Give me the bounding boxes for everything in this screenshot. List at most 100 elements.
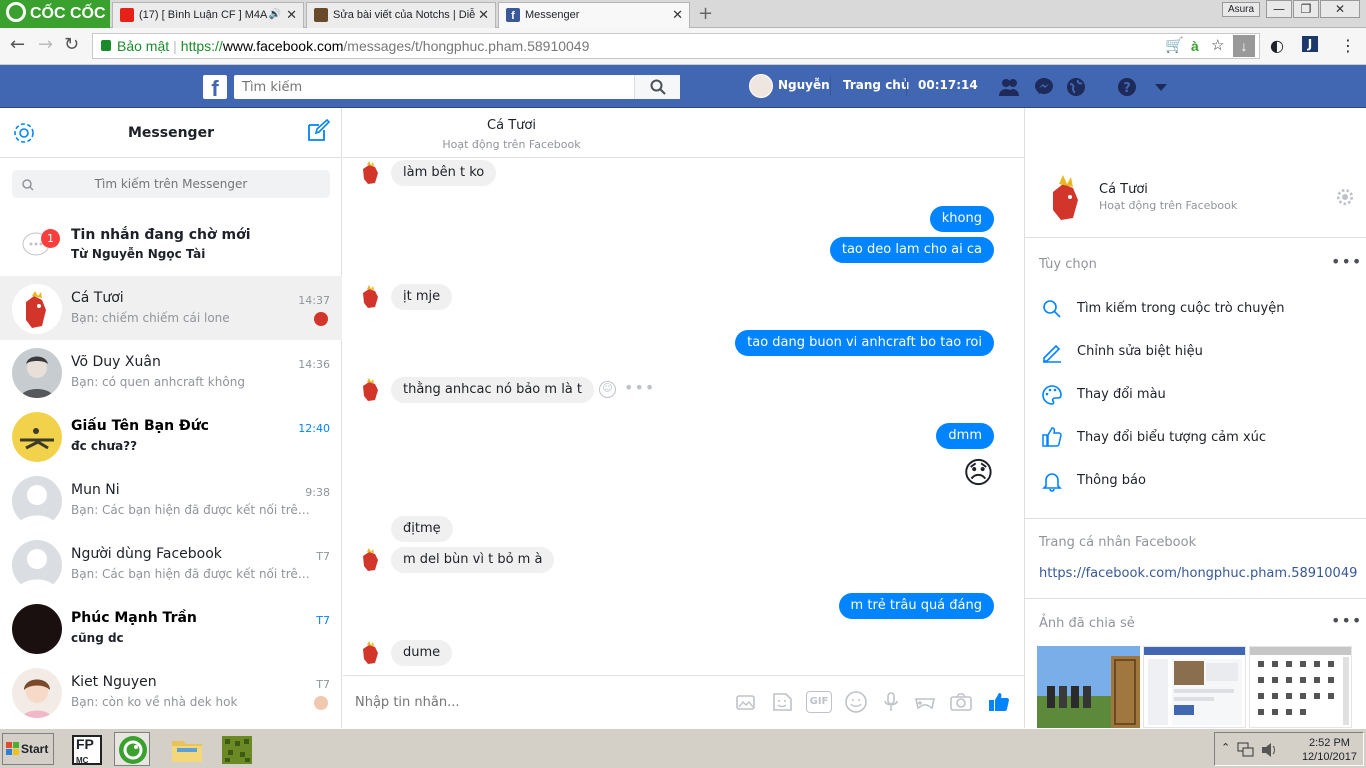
- settings-gear-icon[interactable]: [1336, 188, 1354, 206]
- pencil-icon: [1043, 344, 1061, 363]
- fpmc-app-icon[interactable]: FP MC: [68, 732, 104, 766]
- default-avatar-icon: [12, 540, 62, 590]
- volume-icon[interactable]: [1261, 742, 1277, 758]
- address-toolbar: ← → ↻ Bảo mật | https://www.facebook.com/m…: [0, 28, 1366, 65]
- typing-icon[interactable]: à: [1191, 34, 1199, 58]
- messenger-search-input[interactable]: [12, 170, 330, 198]
- url-separator: |: [173, 38, 177, 54]
- shared-photo-thumbnail[interactable]: [1249, 646, 1352, 728]
- option-change-emoji[interactable]: Thay đổi biểu tượng cảm xúc: [1077, 430, 1266, 445]
- message-bubble-outgoing: dmm: [936, 423, 994, 449]
- avatar: [12, 412, 62, 462]
- url-bar[interactable]: Bảo mật | https://www.facebook.com/message…: [92, 33, 1260, 59]
- coccoc-logo-icon: [6, 2, 26, 22]
- tab-messenger[interactable]: f Messenger ✕: [498, 2, 690, 28]
- profile-section-title: Trang cá nhân Facebook: [1039, 535, 1197, 550]
- option-search-conversation[interactable]: Tìm kiếm trong cuộc trò chuyện: [1077, 301, 1284, 316]
- shared-photo-thumbnail[interactable]: [1037, 646, 1140, 728]
- photo-icon[interactable]: [734, 690, 758, 714]
- conversation-item[interactable]: Cá Tươi Bạn: chiếm chiếm cái lone 14:37: [0, 276, 342, 340]
- profile-link[interactable]: https://facebook.com/hongphuc.pham.58910…: [1039, 566, 1357, 581]
- start-label: Start: [21, 742, 49, 756]
- show-hidden-icons[interactable]: ⌃: [1221, 741, 1230, 754]
- more-options-icon[interactable]: •••: [624, 378, 655, 397]
- profile-name[interactable]: Nguyễn: [778, 78, 830, 92]
- more-options-icon[interactable]: •••: [1331, 611, 1362, 630]
- network-icon[interactable]: [1237, 742, 1255, 758]
- microphone-icon[interactable]: [879, 690, 903, 714]
- new-tab-button[interactable]: +: [698, 3, 713, 24]
- facebook-search-button[interactable]: [634, 75, 680, 99]
- divider: [1025, 237, 1366, 238]
- coccoc-logo[interactable]: CỐC CỐC: [0, 0, 110, 28]
- coccoc-app-icon[interactable]: [114, 732, 150, 766]
- tab-notchs[interactable]: Sửa bài viết của Notchs | Diễ ✕: [306, 2, 496, 28]
- option-change-color[interactable]: Thay đổi màu: [1077, 387, 1166, 402]
- conversation-info-panel: Cá Tươi Hoạt động trên Facebook Tùy chọn…: [1024, 108, 1366, 728]
- close-tab-icon[interactable]: ✕: [478, 3, 489, 27]
- option-edit-nickname[interactable]: Chỉnh sửa biệt hiệu: [1077, 344, 1203, 359]
- conversation-item[interactable]: Giấu Tên Bạn Đức đc chưa?? 12:40: [0, 404, 342, 468]
- facebook-search-input[interactable]: [234, 75, 680, 99]
- conversation-time: T7: [316, 550, 330, 563]
- back-button[interactable]: ←: [10, 34, 25, 55]
- facebook-logo[interactable]: f: [203, 75, 227, 101]
- message-bubble-incoming: thằng anhcac nó bảo m là t: [391, 377, 594, 403]
- chat-contact-name[interactable]: Cá Tươi: [0, 118, 1023, 133]
- start-button[interactable]: Start: [2, 733, 54, 765]
- friend-requests-icon[interactable]: [998, 77, 1020, 97]
- close-tab-icon[interactable]: ✕: [286, 3, 297, 27]
- camera-icon[interactable]: [949, 690, 973, 714]
- browser-user-button[interactable]: Asura: [1222, 2, 1260, 17]
- sticker-icon[interactable]: [770, 690, 794, 714]
- file-explorer-icon[interactable]: [168, 732, 204, 766]
- reload-button[interactable]: ↻: [64, 34, 79, 55]
- message-bubble-outgoing: m trẻ trâu quá đáng: [838, 593, 994, 619]
- emoji-icon[interactable]: [844, 690, 868, 714]
- restore-button[interactable]: ❐: [1293, 0, 1319, 18]
- star-icon[interactable]: ☆: [1211, 34, 1224, 58]
- message-bubble-outgoing: khong: [929, 206, 994, 232]
- moon-icon[interactable]: ◐: [1270, 36, 1284, 55]
- conversation-name: Người dùng Facebook: [71, 546, 222, 562]
- close-tab-icon[interactable]: ✕: [672, 3, 683, 27]
- shared-photo-thumbnail[interactable]: [1143, 646, 1246, 728]
- conversation-name: Kiet Nguyen: [71, 674, 157, 690]
- profile-avatar[interactable]: [749, 74, 773, 98]
- download-icon[interactable]: ↓: [1233, 35, 1255, 57]
- home-link[interactable]: Trang chủ: [843, 78, 909, 92]
- close-window-button[interactable]: ✕: [1320, 0, 1360, 18]
- conversation-name: Võ Duy Xuân: [71, 354, 161, 370]
- speaker-icon[interactable]: 🔊: [269, 3, 281, 27]
- option-notifications[interactable]: Thông báo: [1077, 473, 1146, 488]
- conversation-item[interactable]: Người dùng Facebook Bạn: Các bạn hiện đã…: [0, 532, 342, 596]
- clock[interactable]: 2:52 PM 12/10/2017: [1302, 736, 1357, 764]
- conversation-item[interactable]: Võ Duy Xuân Bạn: có quen anhcraft không …: [0, 340, 342, 404]
- minimize-button[interactable]: —: [1266, 0, 1292, 18]
- minecraft-app-icon[interactable]: [218, 732, 254, 766]
- menu-icon[interactable]: ⋮: [1340, 36, 1356, 55]
- help-icon[interactable]: ?: [1116, 77, 1138, 97]
- lock-icon: [101, 40, 111, 51]
- forward-button[interactable]: →: [38, 34, 53, 55]
- messenger-icon[interactable]: [1033, 77, 1055, 97]
- globe-icon[interactable]: [1065, 77, 1087, 97]
- search-icon: [1043, 300, 1061, 318]
- gif-button[interactable]: GIF: [806, 691, 832, 713]
- contact-name[interactable]: Cá Tươi: [1099, 182, 1148, 197]
- browser-logo-text: CỐC CỐC: [30, 5, 106, 22]
- pending-messages-item[interactable]: 1 Tin nhắn đang chờ mới Từ Nguyễn Ngọc T…: [0, 216, 342, 280]
- conversation-item[interactable]: Mun Ni Bạn: Các bạn hiện đã được kết nối…: [0, 468, 342, 532]
- extension-icon[interactable]: J: [1302, 36, 1318, 52]
- tab-youtube[interactable]: (17) [ Bình Luận CF ] M4A 🔊 ✕: [112, 2, 304, 28]
- dropdown-arrow-icon[interactable]: [1150, 77, 1172, 97]
- thumbs-up-icon[interactable]: [987, 690, 1011, 714]
- conversation-item[interactable]: Kiet Nguyen Bạn: còn ko về nhà dek hok T…: [0, 660, 342, 724]
- message-input[interactable]: [355, 691, 715, 713]
- cart-icon[interactable]: 🛒: [1165, 34, 1184, 58]
- url-path: /messages/t/hongphuc.pham.58910049: [343, 38, 590, 54]
- conversation-item[interactable]: Phúc Mạnh Trần cũng dc T7: [0, 596, 342, 660]
- game-controller-icon[interactable]: [913, 690, 937, 714]
- more-options-icon[interactable]: •••: [1331, 252, 1362, 271]
- react-emoji-icon[interactable]: ☺: [599, 381, 616, 398]
